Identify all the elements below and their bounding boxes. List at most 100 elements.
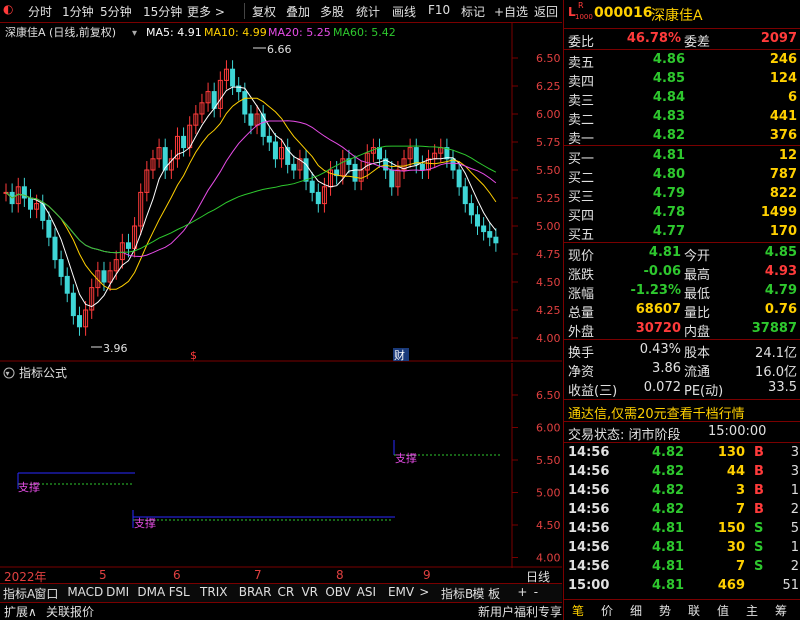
indicator-tab-0[interactable]: 指标A [3,585,35,602]
tick-time: 14:56 [568,464,610,479]
promo-text[interactable]: 通达信,仅需20元查看千档行情 [568,403,745,422]
quote-value-1: 68607 [635,302,681,317]
indicator-tab-5[interactable]: FSL [169,585,190,599]
quote-tab-3[interactable]: 势 [659,602,671,619]
quote-row: 外盘 30720 内盘 37887 [564,320,800,340]
toolbar-diejia-button[interactable]: 叠加 [286,3,310,20]
toolbar-tongji-button[interactable]: 统计 [356,3,380,20]
indicator-tick: 5.50 [536,454,561,467]
candle-body [481,225,487,233]
bid-row[interactable]: 买一 4.81 12 [564,147,800,167]
indicator-tab-4[interactable]: DMA [137,585,165,599]
indicator-tab-2[interactable]: MACD [67,585,103,599]
indicator-tick: 4.00 [536,552,561,565]
chart-title: 深康佳A (日线,前复权) [5,25,116,39]
quote-tab-5[interactable]: 值 [717,602,729,619]
toolbar-f10-button[interactable]: F10 [428,3,450,17]
toolbar-tab-1min[interactable]: 1分钟 [62,3,94,20]
candle-body [272,141,278,160]
wecha-value: 2097 [760,31,797,46]
price-tick: 5.25 [536,192,561,205]
ask-row[interactable]: 卖二 4.83 441 [564,108,800,128]
tick-row: 14:56 4.81 150 S 5 [564,520,800,539]
level-volume: 246 [769,52,797,67]
bid-row[interactable]: 买三 4.79 822 [564,185,800,205]
indicator-tab-7[interactable]: BRAR [239,585,272,599]
bid-row[interactable]: 买二 4.80 787 [564,166,800,186]
stock-header: L R 1000 000016 深康佳A [564,1,800,26]
indicator-tab-17[interactable]: - [534,585,538,599]
tick-volume: 130 [717,445,745,460]
toolbar-fuquan-button[interactable]: 复权 [252,3,276,20]
ask-row[interactable]: 卖一 4.82 376 [564,127,800,147]
quote-tab-1[interactable]: 价 [601,602,613,619]
tick-direction: S [754,521,764,536]
quote-label-2: 量比 [684,306,711,321]
tick-volume: 7 [735,559,745,574]
quote-tab-2[interactable]: 细 [630,602,642,619]
toolbar-tab-fenshi[interactable]: 分时 [28,3,52,20]
indicator-tab-11[interactable]: ASI [357,585,376,599]
toolbar-add-watchlist-button[interactable]: +自选 [494,3,528,20]
indicator-tab-6[interactable]: TRIX [200,585,227,599]
level-volume: 441 [769,109,797,124]
toolbar-back-button[interactable]: 返回 [534,3,558,20]
quote-label-1: 外盘 [568,325,595,340]
indicator-tab-3[interactable]: DMI [106,585,129,599]
new-user-promo-link[interactable]: 新用户福利专享 [478,603,562,620]
ask-row[interactable]: 卖三 4.84 6 [564,89,800,109]
indicator-collapse-icon[interactable]: ▾ [6,369,10,378]
chart-dropdown-icon[interactable]: ▾ [132,28,137,39]
toolbar-huaxian-button[interactable]: 画线 [392,3,416,20]
fundamental-row: 换手 0.43% 股本 24.1亿 [564,341,800,361]
expand-button[interactable]: 扩展∧ [4,603,37,620]
quote-tab-6[interactable]: 主 [746,602,758,619]
toolbar-biaoji-button[interactable]: 标记 [461,3,485,20]
quote-tab-4[interactable]: 联 [688,602,700,619]
badge-num: 1000 [575,13,593,21]
indicator-tab-12[interactable]: EMV [388,585,414,599]
level-label: 卖二 [568,113,595,128]
toolbar-tab-15min[interactable]: 15分钟 [143,3,182,20]
indicator-tab-1[interactable]: 窗口 [34,585,58,602]
toolbar-tab-5min[interactable]: 5分钟 [100,3,132,20]
tick-time: 15:00 [568,578,610,593]
level-label: 买四 [568,209,595,224]
badge-r: R [578,1,584,10]
level-label: 卖三 [568,94,595,109]
promo-row[interactable]: 通达信,仅需20元查看千档行情 [564,402,800,422]
dividend-marker[interactable]: $ [190,349,197,362]
indicator-tab-14[interactable]: 指标B [441,585,473,602]
candle-body [230,68,236,87]
tick-volume: 469 [717,578,745,593]
tick-volume: 30 [726,540,745,555]
indicator-panel[interactable]: ▾ 指标公式 6.50 6.00 5.50 5.00 4.50 4.00 支撑 支撑 支撑 [0,363,562,568]
toolbar-more-button[interactable]: 更多 > [187,3,225,20]
ask-row[interactable]: 卖五 4.86 246 [564,51,800,71]
indicator-tab-8[interactable]: CR [278,585,295,599]
tick-direction: S [754,540,764,555]
chart-toolbar: ◐ 分时 1分钟 5分钟 15分钟 更多 > 复权 叠加 多股 统计 画线 F1… [0,0,562,23]
kline-chart[interactable]: 6.50 6.25 6.00 5.75 5.50 5.25 5.00 4.75 4.50 4.25… [0,22,562,362]
indicator-tab-13[interactable]: > [419,585,429,599]
indicator-tick: 6.00 [536,422,561,435]
candle-body [101,270,107,283]
bottom-bar: 2022年 5 6 7 8 9 日线 指标A 窗口 MACD DMI DMA FSL TRI… [0,568,562,620]
fund-label-2: 股本 [684,346,711,361]
quote-tab-0[interactable]: 笔 [572,602,584,619]
related-quote-button[interactable]: 关联报价 [46,603,94,620]
quote-row: 涨幅 -1.23% 最低 4.79 [564,282,800,302]
quote-tab-7[interactable]: 筹 [775,602,787,619]
bid-row[interactable]: 买五 4.77 170 [564,223,800,243]
toolbar-duogu-button[interactable]: 多股 [320,3,344,20]
level-label: 买三 [568,190,595,205]
indicator-tab-15[interactable]: 模 板 [472,585,500,602]
tick-price: 4.81 [652,559,685,574]
candle-body [27,197,33,210]
indicator-tab-9[interactable]: VR [301,585,318,599]
ask-row[interactable]: 卖四 4.85 124 [564,70,800,90]
indicator-tab-10[interactable]: OBV [325,585,351,599]
indicator-tab-16[interactable]: + [517,585,527,599]
finance-marker[interactable]: 财 [394,348,405,362]
bid-row[interactable]: 买四 4.78 1499 [564,204,800,224]
